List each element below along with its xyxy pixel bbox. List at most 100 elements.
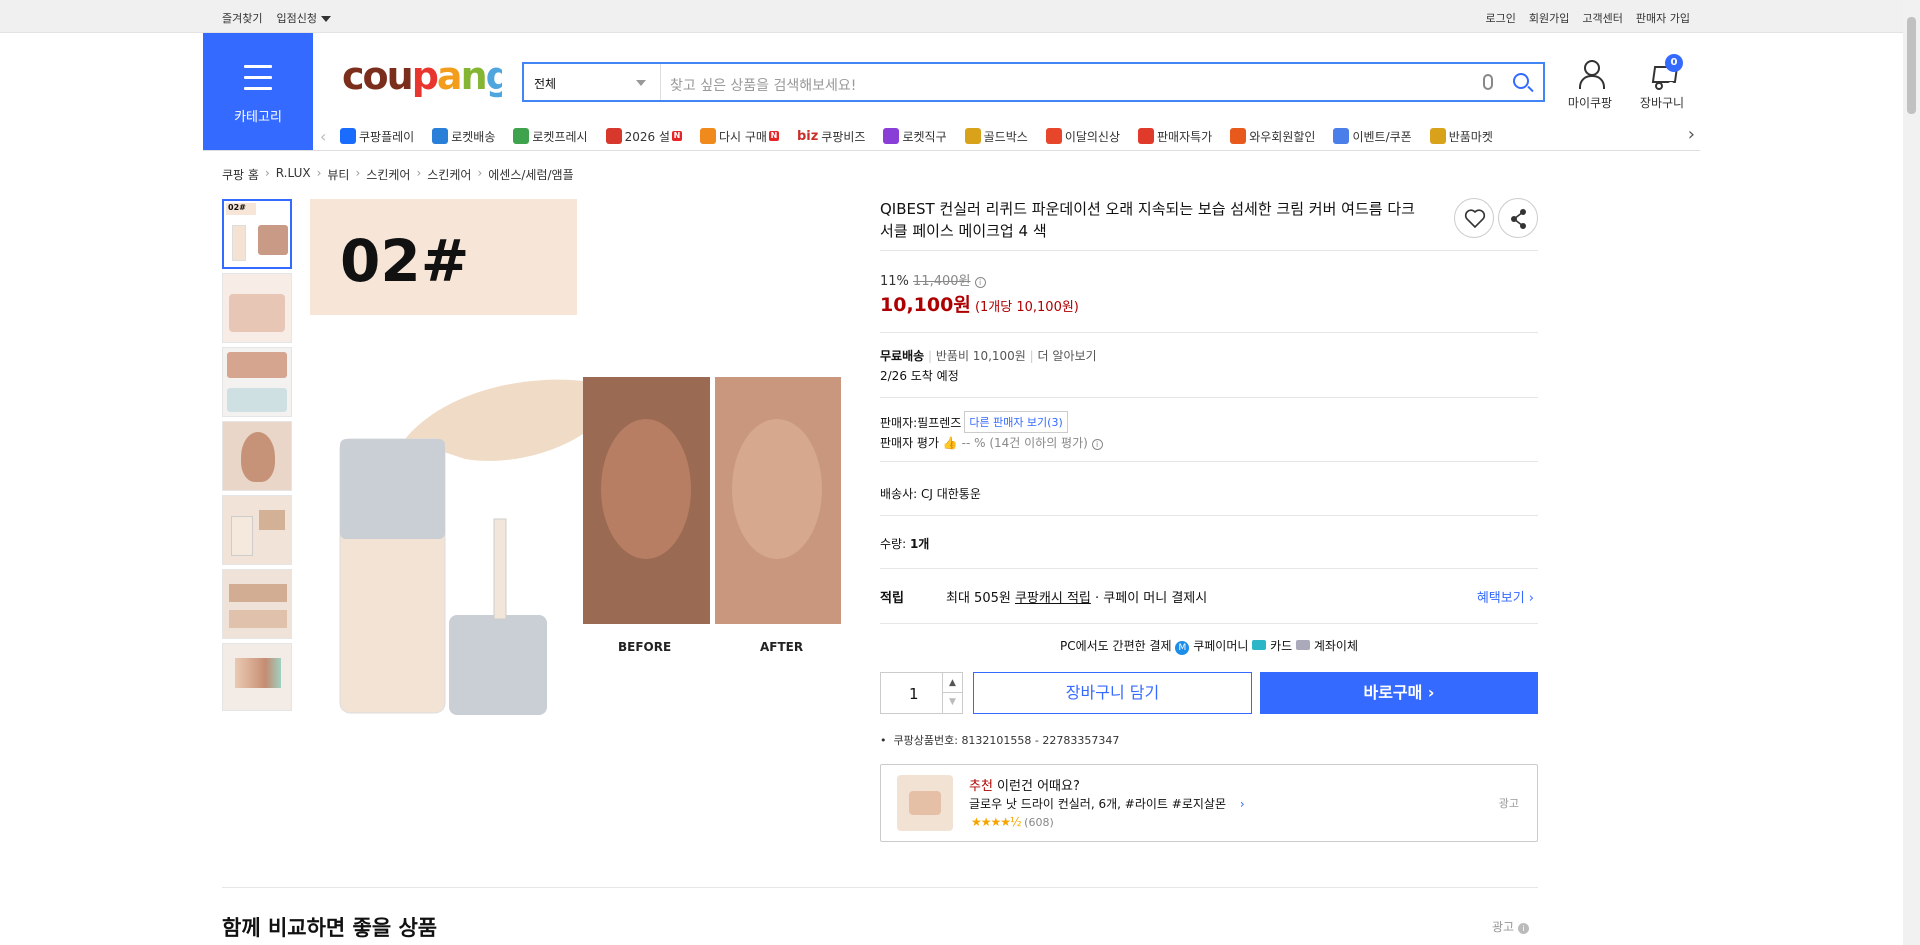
breadcrumb-link[interactable]: R.LUX: [276, 166, 311, 183]
recommendation-card[interactable]: 추천 이런건 어때요? 글로우 낫 드라이 컨실러, 6개, #라이트 #로지살…: [880, 764, 1538, 842]
search-icon[interactable]: [1513, 73, 1529, 89]
seller-name: 필프렌즈: [917, 415, 962, 430]
nav-item-9[interactable]: 판매자특가: [1138, 128, 1212, 145]
info-icon[interactable]: i: [974, 277, 986, 288]
info-icon[interactable]: i: [1517, 923, 1529, 934]
pay-method-card: 카드: [1270, 639, 1293, 653]
ad-label: 광고: [1498, 797, 1519, 810]
nav-item-1[interactable]: 로켓배송: [432, 128, 495, 145]
category-button[interactable]: 카테고리: [203, 33, 313, 151]
thumbnail-3[interactable]: [222, 347, 292, 417]
seller-signup-link[interactable]: 판매자 가입: [1636, 10, 1690, 26]
reco-title-text: 이런건 어때요?: [992, 779, 1080, 794]
vendor-apply-dropdown[interactable]: 입점신청: [276, 10, 331, 26]
pc-pay-row: PC에서도 간편한 결제 M 쿠페이머니 카드 계좌이체: [880, 637, 1538, 655]
quantity-stepper: 1 ▲ ▼: [880, 672, 963, 714]
signup-link[interactable]: 회원가입: [1529, 10, 1569, 26]
dropdown-arrow-icon: [636, 80, 646, 86]
info-icon[interactable]: i: [1091, 439, 1103, 450]
bag-icon: [1045, 128, 1062, 144]
nav-item-11[interactable]: 이벤트/쿠폰: [1333, 128, 1412, 145]
breadcrumb-separator-icon: ›: [416, 166, 422, 180]
my-coupang-button[interactable]: 마이쿠팡: [1565, 60, 1615, 111]
thumbnail-2[interactable]: [222, 273, 292, 343]
login-link[interactable]: 로그인: [1486, 10, 1516, 26]
breadcrumb-link[interactable]: 스킨케어: [427, 166, 471, 183]
scrollbar-thumb[interactable]: [1907, 17, 1916, 114]
gift-icon: [605, 128, 622, 144]
breadcrumb-link[interactable]: 뷰티: [327, 166, 349, 183]
thumbs-up-icon: 👍: [942, 436, 958, 450]
learn-more-link[interactable]: 더 알아보기: [1038, 349, 1097, 363]
thumbnail-6[interactable]: [222, 569, 292, 639]
cart-label: 장바구니: [1639, 96, 1685, 110]
wishlist-button[interactable]: [1454, 198, 1494, 238]
cart-button[interactable]: 0 장바구니: [1637, 54, 1687, 111]
rocket-icon: [432, 128, 449, 144]
increase-icon[interactable]: ▲: [943, 673, 962, 693]
nav-item-2[interactable]: 로켓프레시: [513, 128, 588, 145]
seller-label: 판매자:: [880, 415, 918, 430]
market-icon: [1429, 128, 1446, 144]
breadcrumb-link[interactable]: 쿠팡 홈: [222, 166, 259, 183]
search-input[interactable]: 찾고 싶은 상품을 검색해보세요!: [670, 75, 856, 95]
thumbnail-7[interactable]: [222, 643, 292, 711]
biz-icon: biz: [796, 128, 819, 144]
nav-item-10[interactable]: 와우회원할인: [1230, 128, 1315, 145]
after-label: AFTER: [760, 640, 803, 654]
bookmark-link[interactable]: 즐겨찾기: [222, 10, 262, 26]
other-sellers-button[interactable]: 다른 판매자 보기(3): [964, 411, 1068, 433]
breadcrumb-link[interactable]: 에센스/세럼/앰플: [488, 166, 573, 183]
page-scrollbar[interactable]: [1903, 0, 1920, 945]
benefits-label: 혜택보기: [1476, 591, 1525, 606]
card-icon: [1252, 640, 1267, 650]
pay-method-bank: 계좌이체: [1313, 639, 1358, 653]
microphone-icon[interactable]: [1483, 74, 1493, 90]
carrier: 배송사: CJ 대한통운: [880, 487, 981, 501]
shade-label: 02#: [340, 227, 469, 295]
seller-rating-row: 판매자 평가 👍 -- % (14건 이하의 평가) i: [880, 434, 1103, 451]
nav-item-7[interactable]: 골드박스: [964, 128, 1028, 145]
nav-prev-icon[interactable]: ‹: [320, 127, 340, 146]
thumbnail-1[interactable]: 02#: [222, 199, 292, 269]
quantity-value: 1개: [909, 537, 930, 551]
benefits-link[interactable]: 혜택보기 ›: [1477, 587, 1534, 606]
header-divider: [203, 150, 1700, 151]
section-ad-label: 광고 i: [1492, 918, 1529, 935]
nav-item-3[interactable]: 2026 설N: [605, 128, 682, 145]
coupang-cash-link[interactable]: 쿠팡캐시 적립: [1015, 591, 1091, 606]
nav-next-icon[interactable]: ›: [1688, 124, 1695, 145]
search-scope-select[interactable]: 전체: [524, 64, 661, 100]
nav-item-8[interactable]: 이달의신상: [1045, 128, 1120, 145]
buy-now-button[interactable]: 바로구매 ›: [1260, 672, 1538, 714]
nav-item-6[interactable]: 로켓직구: [883, 128, 947, 145]
reco-item-row: 글로우 낫 드라이 컨실러, 6개, #라이트 #로지살몬 ›: [969, 795, 1245, 812]
main-product-image[interactable]: 02# BEFORE AFTER: [305, 199, 845, 719]
section-divider: [222, 887, 1538, 888]
thumbnail-4[interactable]: [222, 421, 292, 491]
nav-item-5[interactable]: biz 쿠팡비즈: [797, 128, 866, 145]
coupang-logo[interactable]: coupang: [342, 54, 513, 108]
add-to-cart-button[interactable]: 장바구니 담기: [973, 672, 1252, 714]
decrease-icon[interactable]: ▼: [943, 693, 962, 713]
nav-item-12[interactable]: 반품마켓: [1429, 128, 1493, 145]
nav-item-4[interactable]: 다시 구매 N: [699, 128, 779, 145]
rocket-fresh-icon: [513, 128, 530, 144]
nav-item-label: 로켓프레시: [532, 129, 588, 144]
chevron-right-icon[interactable]: ›: [1240, 797, 1245, 811]
divider: [880, 623, 1538, 624]
points-amount: 최대 505원: [946, 591, 1011, 606]
quantity-input[interactable]: 1: [909, 685, 919, 703]
share-button[interactable]: [1498, 198, 1538, 238]
thumb-label: 02#: [226, 203, 256, 215]
breadcrumb-link[interactable]: 스킨케어: [366, 166, 410, 183]
section-title: 함께 비교하면 좋을 상품: [222, 916, 438, 940]
product-title: QIBEST 컨실러 리퀴드 파운데이션 오래 지속되는 보습 섬세한 크림 커…: [880, 200, 1415, 240]
reco-rating-row: ★★★★½ (608): [971, 815, 1054, 829]
breadcrumb: 쿠팡 홈 › R.LUX › 뷰티 › 스킨케어 › 스킨케어 › 에센스/세럼/앰플: [222, 166, 574, 183]
customer-center-link[interactable]: 고객센터: [1582, 10, 1622, 26]
my-coupang-label: 마이쿠팡: [1567, 96, 1613, 110]
nav-item-0[interactable]: 쿠팡플레이: [340, 128, 414, 145]
thumbnail-5[interactable]: [222, 495, 292, 565]
points-detail: 최대 505원 쿠팡캐시 적립 · 쿠페이 머니 결제시: [946, 587, 1207, 606]
